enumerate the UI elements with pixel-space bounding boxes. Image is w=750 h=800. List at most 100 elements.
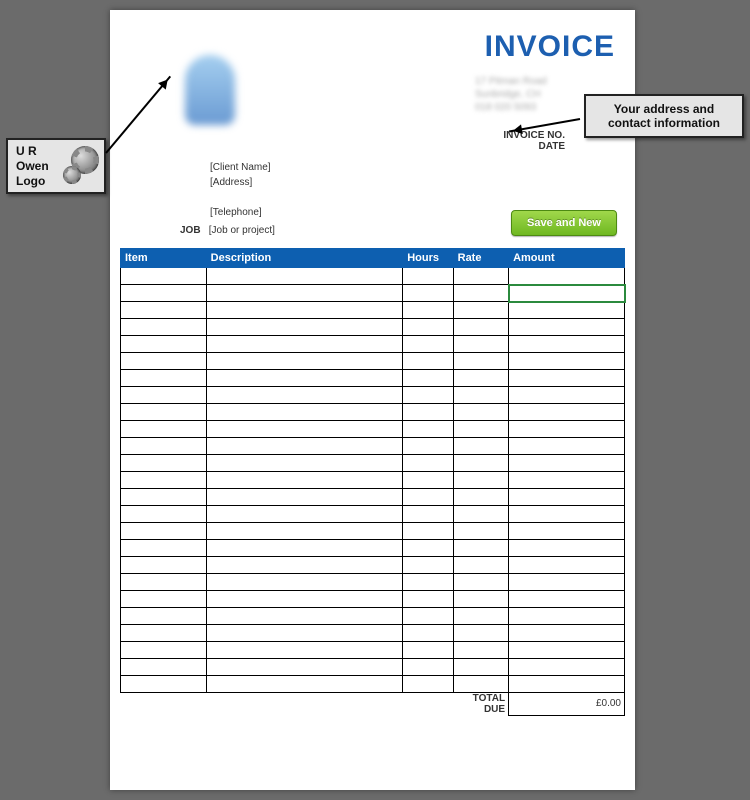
cell[interactable] <box>509 608 625 625</box>
cell[interactable] <box>121 370 207 387</box>
cell[interactable] <box>121 574 207 591</box>
cell[interactable] <box>509 336 625 353</box>
cell[interactable] <box>206 540 403 557</box>
cell[interactable] <box>121 472 207 489</box>
cell[interactable] <box>453 540 508 557</box>
cell[interactable] <box>403 489 453 506</box>
cell[interactable] <box>403 523 453 540</box>
cell[interactable] <box>453 506 508 523</box>
cell[interactable] <box>453 523 508 540</box>
cell[interactable] <box>453 676 508 693</box>
cell[interactable] <box>121 387 207 404</box>
cell[interactable] <box>453 387 508 404</box>
cell[interactable] <box>453 557 508 574</box>
cell[interactable] <box>121 421 207 438</box>
cell[interactable] <box>403 353 453 370</box>
cell[interactable] <box>403 387 453 404</box>
cell[interactable] <box>453 472 508 489</box>
cell[interactable] <box>453 353 508 370</box>
cell[interactable] <box>509 302 625 319</box>
cell[interactable] <box>121 404 207 421</box>
cell[interactable] <box>121 302 207 319</box>
cell[interactable] <box>403 404 453 421</box>
cell[interactable] <box>121 285 207 302</box>
cell[interactable] <box>121 659 207 676</box>
cell[interactable] <box>403 625 453 642</box>
cell[interactable] <box>453 591 508 608</box>
cell[interactable] <box>453 608 508 625</box>
cell[interactable] <box>206 438 403 455</box>
cell[interactable] <box>403 591 453 608</box>
cell[interactable] <box>121 523 207 540</box>
cell[interactable] <box>121 608 207 625</box>
cell[interactable] <box>206 489 403 506</box>
cell[interactable] <box>121 591 207 608</box>
cell[interactable] <box>206 557 403 574</box>
cell[interactable] <box>121 557 207 574</box>
cell[interactable] <box>403 557 453 574</box>
cell[interactable] <box>121 455 207 472</box>
cell[interactable] <box>509 370 625 387</box>
cell[interactable] <box>403 268 453 285</box>
save-and-new-button[interactable]: Save and New <box>511 210 617 236</box>
cell[interactable] <box>206 421 403 438</box>
cell[interactable] <box>509 506 625 523</box>
cell[interactable] <box>453 370 508 387</box>
cell[interactable] <box>509 676 625 693</box>
cell[interactable] <box>509 557 625 574</box>
cell[interactable] <box>206 472 403 489</box>
cell[interactable] <box>206 625 403 642</box>
cell[interactable] <box>206 523 403 540</box>
cell[interactable] <box>509 489 625 506</box>
cell[interactable] <box>509 455 625 472</box>
cell[interactable] <box>509 540 625 557</box>
cell[interactable] <box>509 574 625 591</box>
cell[interactable] <box>453 659 508 676</box>
cell[interactable] <box>453 336 508 353</box>
cell[interactable] <box>206 370 403 387</box>
cell[interactable] <box>206 302 403 319</box>
cell[interactable] <box>206 676 403 693</box>
cell[interactable] <box>121 268 207 285</box>
cell[interactable] <box>121 319 207 336</box>
cell[interactable] <box>509 642 625 659</box>
cell[interactable] <box>403 608 453 625</box>
cell[interactable] <box>403 370 453 387</box>
cell[interactable] <box>509 659 625 676</box>
cell[interactable] <box>403 421 453 438</box>
cell[interactable] <box>453 438 508 455</box>
cell[interactable] <box>206 404 403 421</box>
cell[interactable] <box>509 523 625 540</box>
cell[interactable] <box>453 404 508 421</box>
cell[interactable] <box>403 574 453 591</box>
cell[interactable] <box>206 455 403 472</box>
cell[interactable] <box>403 285 453 302</box>
cell[interactable] <box>206 319 403 336</box>
cell[interactable] <box>453 421 508 438</box>
cell[interactable] <box>509 319 625 336</box>
cell[interactable] <box>403 659 453 676</box>
cell[interactable] <box>403 642 453 659</box>
cell[interactable] <box>121 540 207 557</box>
cell[interactable] <box>121 676 207 693</box>
cell[interactable] <box>206 268 403 285</box>
cell[interactable] <box>453 319 508 336</box>
cell[interactable] <box>403 438 453 455</box>
cell[interactable] <box>206 336 403 353</box>
cell[interactable] <box>403 302 453 319</box>
cell[interactable] <box>403 336 453 353</box>
cell[interactable] <box>403 676 453 693</box>
cell[interactable] <box>121 438 207 455</box>
cell[interactable] <box>206 285 403 302</box>
cell[interactable] <box>403 540 453 557</box>
cell[interactable] <box>121 353 207 370</box>
cell[interactable] <box>509 472 625 489</box>
cell[interactable] <box>453 268 508 285</box>
cell[interactable] <box>121 625 207 642</box>
cell[interactable] <box>509 268 625 285</box>
cell[interactable] <box>453 302 508 319</box>
cell[interactable] <box>403 319 453 336</box>
cell[interactable] <box>453 285 508 302</box>
cell[interactable] <box>453 642 508 659</box>
cell[interactable] <box>403 455 453 472</box>
